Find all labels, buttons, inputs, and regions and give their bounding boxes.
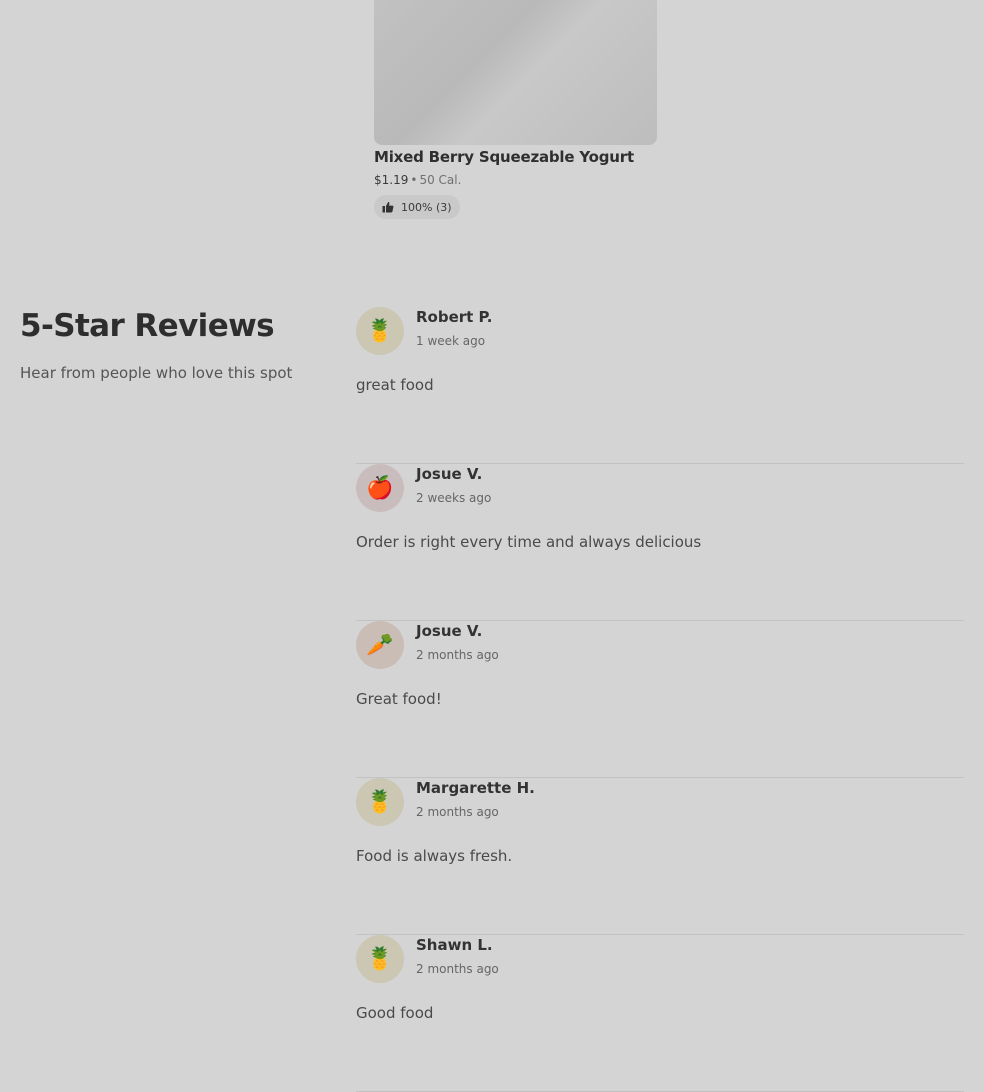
review-time: 2 months ago [416,648,499,662]
product-calories: 50 Cal. [419,173,462,187]
product-rating-badge: 100% (3) [374,195,460,219]
reviewer-name: Josue V. [416,622,483,640]
pineapple-icon: 🍍 [356,307,404,355]
pineapple-icon: 🍍 [356,935,404,983]
apple-icon: 🍎 [356,464,404,512]
review-time: 2 months ago [416,805,499,819]
review-item: 🍍 Shawn L. 2 months ago Good food [356,935,964,1092]
review-text: Food is always fresh. [356,847,513,865]
review-time: 2 weeks ago [416,491,492,505]
reviewer-name: Josue V. [416,465,483,483]
review-time: 1 week ago [416,334,486,348]
product-price: $1.19 [374,173,409,187]
review-text: Good food [356,1004,434,1022]
review-item: 🍍 Robert P. 1 week ago great food [356,307,964,464]
product-name[interactable]: Mixed Berry Squeezable Yogurt [374,148,634,166]
thumbs-up-icon [382,201,394,213]
product-meta: $1.19 • 50 Cal. [374,173,461,187]
carrot-icon: 🥕 [356,621,404,669]
review-item: 🍎 Josue V. 2 weeks ago Order is right ev… [356,464,964,621]
review-text: great food [356,376,434,394]
meta-separator: • [410,173,418,187]
section-subtitle: Hear from people who love this spot [20,364,293,382]
pineapple-icon: 🍍 [356,778,404,826]
review-text: Great food! [356,690,442,708]
section-title: 5-Star Reviews [20,308,275,344]
reviewer-name: Shawn L. [416,936,493,954]
rating-text: 100% (3) [401,200,452,214]
review-time: 2 months ago [416,962,499,976]
review-text: Order is right every time and always del… [356,533,702,551]
reviewer-name: Margarette H. [416,779,535,797]
review-item: 🥕 Josue V. 2 months ago Great food! [356,621,964,778]
review-item: 🍍 Margarette H. 2 months ago Food is alw… [356,778,964,935]
product-image[interactable] [374,0,657,145]
reviewer-name: Robert P. [416,308,493,326]
